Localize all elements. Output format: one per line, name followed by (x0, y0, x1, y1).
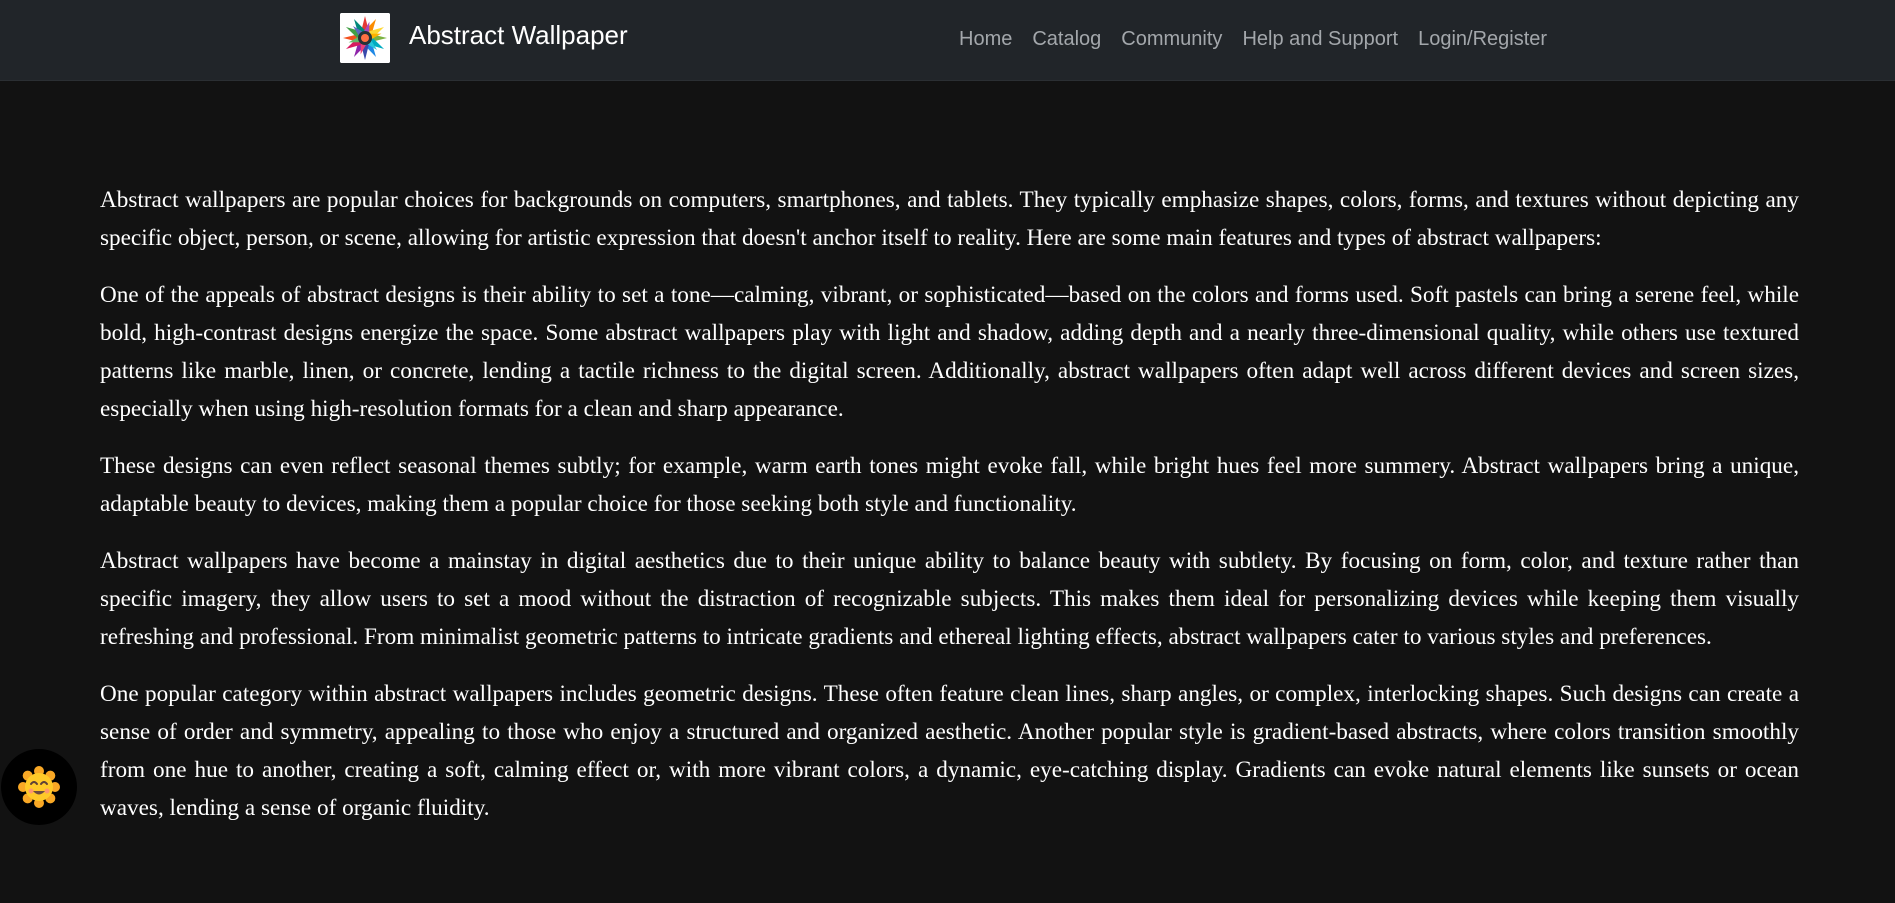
smiling-face-icon (18, 766, 60, 808)
nav-help-and-support[interactable]: Help and Support (1232, 24, 1408, 54)
paragraph-tone: One of the appeals of abstract designs i… (100, 282, 1799, 422)
nav-catalog[interactable]: Catalog (1022, 24, 1111, 54)
nav-login-register[interactable]: Login/Register (1408, 24, 1557, 54)
nav-community[interactable]: Community (1111, 24, 1232, 54)
colorful-burst-logo-icon[interactable] (340, 13, 390, 63)
main-nav: Home Catalog Community Help and Support … (959, 24, 1557, 54)
chat-assistant-button[interactable] (1, 749, 77, 825)
site-title[interactable]: Abstract Wallpaper (409, 18, 628, 52)
article-content: Abstract wallpapers are popular choices … (100, 181, 1799, 846)
paragraph-intro: Abstract wallpapers are popular choices … (100, 187, 1799, 251)
top-navbar: Abstract Wallpaper Home Catalog Communit… (0, 0, 1895, 81)
paragraph-seasonal: These designs can even reflect seasonal … (100, 453, 1799, 517)
paragraph-aesthetics: Abstract wallpapers have become a mainst… (100, 548, 1799, 650)
nav-home[interactable]: Home (959, 24, 1022, 54)
paragraph-categories: One popular category within abstract wal… (100, 681, 1799, 821)
